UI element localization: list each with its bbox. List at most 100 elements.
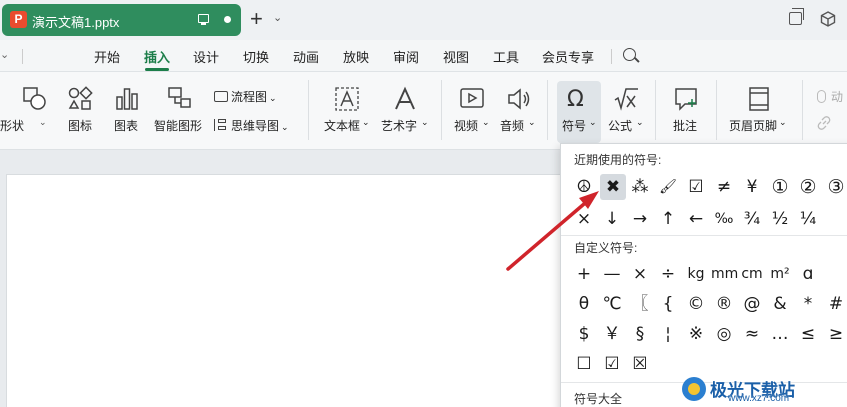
- symbol-arrow-right[interactable]: →: [627, 206, 653, 232]
- monitor-icon[interactable]: [198, 14, 209, 25]
- ribbon-divider-4: [655, 80, 656, 140]
- symbol-peace[interactable]: ☮: [571, 174, 597, 200]
- symbol-dropdown-icon: ⌄: [589, 117, 597, 127]
- tab-tools[interactable]: 工具: [493, 47, 519, 66]
- symbol-per-mille[interactable]: ‰: [711, 206, 737, 232]
- tab-animation[interactable]: 动画: [293, 47, 319, 66]
- tab-slideshow[interactable]: 放映: [343, 47, 369, 66]
- symbol-circled-1[interactable]: ①: [767, 174, 793, 200]
- symbol-approx[interactable]: ≈: [739, 321, 765, 347]
- window-restore-icon[interactable]: [789, 8, 804, 25]
- symbol-white-lenticular-bracket[interactable]: 〖: [627, 291, 653, 317]
- symbol-cross-x[interactable]: ✖: [600, 174, 626, 200]
- all-symbols-header[interactable]: 符号大全: [574, 390, 622, 407]
- tab-insert[interactable]: 插入: [144, 47, 170, 66]
- chart-label: 图表: [114, 119, 139, 133]
- symbol-yen[interactable]: ¥: [739, 174, 765, 200]
- symbol-fullwidth-yen[interactable]: ￥: [599, 321, 625, 347]
- symbol-less-equal[interactable]: ≤: [795, 321, 821, 347]
- symbol-registered[interactable]: ®: [711, 291, 737, 317]
- symbol-arrow-down[interactable]: ↓: [599, 206, 625, 232]
- audio-button[interactable]: 音频 ⌄: [498, 72, 540, 150]
- tab-transition[interactable]: 切换: [243, 47, 269, 66]
- new-tab-button[interactable]: +: [250, 6, 263, 32]
- menu-divider-2: [611, 49, 612, 64]
- mindmap-button[interactable]: 思维导图 ⌄: [214, 117, 289, 134]
- slide-canvas[interactable]: [6, 174, 566, 407]
- new-tab-chevron-icon[interactable]: ⌄: [273, 11, 282, 24]
- symbol-alpha[interactable]: ɑ: [795, 261, 821, 287]
- symbol-kg[interactable]: kg: [683, 261, 709, 287]
- symbol-arrow-left[interactable]: ←: [683, 206, 709, 232]
- active-tab-indicator: [145, 68, 169, 71]
- symbol-copyright[interactable]: ©: [683, 291, 709, 317]
- symbol-cm[interactable]: cm: [739, 261, 765, 287]
- symbol-ballot-box-x[interactable]: ☒: [627, 351, 653, 377]
- symbol-dollar[interactable]: $: [571, 321, 597, 347]
- flowchart-button[interactable]: 流程图 ⌄: [214, 88, 277, 105]
- symbol-at[interactable]: @: [739, 291, 765, 317]
- unsaved-dot-icon[interactable]: [224, 16, 231, 23]
- symbol-arrow-up[interactable]: ↑: [655, 206, 681, 232]
- symbol-not-equal[interactable]: ≠: [711, 174, 737, 200]
- symbol-ballot-box[interactable]: ☐: [571, 351, 597, 377]
- menu-collapse-chevron-icon[interactable]: ⌄: [0, 48, 9, 61]
- symbol-checkbox-checked[interactable]: ☑: [683, 174, 709, 200]
- tab-design[interactable]: 设计: [193, 47, 219, 66]
- symbol-one-quarter[interactable]: ¼: [795, 206, 821, 232]
- symbol-bullseye[interactable]: ◎: [711, 321, 737, 347]
- header-footer-icon: [749, 87, 769, 111]
- formula-button[interactable]: 公式 ⌄: [606, 72, 648, 150]
- symbol-greater-equal[interactable]: ≥: [823, 321, 847, 347]
- symbol-broken-bar[interactable]: ¦: [655, 321, 681, 347]
- wordart-button[interactable]: 艺术字 ⌄: [379, 72, 431, 150]
- symbol-three-quarters[interactable]: ¾: [739, 206, 765, 232]
- shapes-dropdown-icon[interactable]: ⌄: [39, 117, 47, 128]
- tab-start[interactable]: 开始: [94, 47, 120, 66]
- symbol-hash[interactable]: #: [823, 291, 847, 317]
- symbol-ampersand[interactable]: &: [767, 291, 793, 317]
- wordart-label: 艺术字: [381, 119, 418, 133]
- comment-button[interactable]: 批注: [666, 72, 706, 150]
- header-footer-button[interactable]: 页眉页脚 ⌄: [727, 72, 791, 150]
- symbol-times[interactable]: ×: [627, 261, 653, 287]
- tab-review[interactable]: 审阅: [393, 47, 419, 66]
- document-tab[interactable]: P 演示文稿1.pptx: [2, 4, 241, 36]
- shapes-button[interactable]: 形状: [0, 72, 50, 150]
- shapes-icon: [23, 87, 46, 110]
- watermark-logo-icon: [682, 377, 706, 401]
- symbol-circled-3[interactable]: ③: [823, 174, 847, 200]
- symbol-reference-mark[interactable]: ※: [683, 321, 709, 347]
- icon-button[interactable]: 图标: [62, 72, 98, 150]
- tab-view[interactable]: 视图: [443, 47, 469, 66]
- video-button[interactable]: 视频 ⌄: [452, 72, 492, 150]
- wordart-icon: [395, 86, 415, 110]
- symbol-square-meter[interactable]: m²: [767, 261, 793, 287]
- symbol-multiply[interactable]: ×: [571, 206, 597, 232]
- symbol-divide[interactable]: ÷: [655, 261, 681, 287]
- symbol-celsius[interactable]: ℃: [599, 291, 625, 317]
- symbol-em-dash[interactable]: —: [599, 261, 625, 287]
- textbox-button[interactable]: 文本框 ⌄: [320, 72, 372, 150]
- cube-icon[interactable]: [820, 11, 836, 27]
- menu-divider: [22, 49, 23, 64]
- audio-label: 音频: [500, 119, 525, 133]
- tab-member[interactable]: 会员专享: [542, 47, 594, 66]
- symbol-asterism[interactable]: ⁂: [627, 174, 653, 200]
- symbol-mm[interactable]: mm: [711, 261, 738, 287]
- symbol-circled-2[interactable]: ②: [795, 174, 821, 200]
- search-icon[interactable]: [623, 48, 636, 61]
- symbol-one-half[interactable]: ½: [767, 206, 793, 232]
- symbol-ballot-box-check[interactable]: ☑: [599, 351, 625, 377]
- symbol-paintbrush[interactable]: 🖌: [655, 174, 681, 200]
- symbol-left-brace[interactable]: {: [655, 291, 681, 317]
- symbol-asterisk[interactable]: *: [795, 291, 821, 317]
- symbol-button[interactable]: Ω 符号 ⌄: [557, 81, 601, 143]
- symbol-ellipsis[interactable]: …: [767, 321, 793, 347]
- ribbon-divider: [308, 80, 309, 140]
- smartart-button[interactable]: 智能图形: [152, 72, 206, 150]
- symbol-section[interactable]: §: [627, 321, 653, 347]
- symbol-theta[interactable]: θ: [571, 291, 597, 317]
- symbol-plus[interactable]: +: [571, 261, 597, 287]
- chart-button[interactable]: 图表: [110, 72, 146, 150]
